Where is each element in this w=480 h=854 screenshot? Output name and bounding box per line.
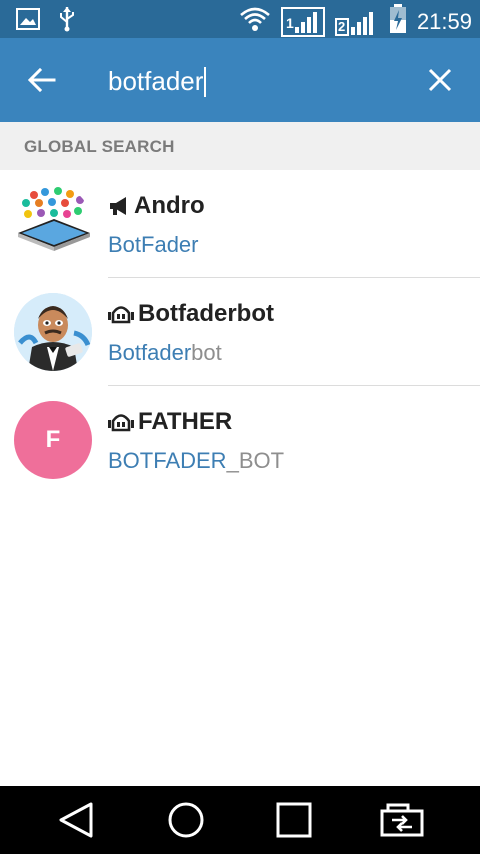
search-app-bar: botfader [0, 38, 480, 122]
username-match: Botfader [108, 340, 192, 365]
clear-search-button[interactable] [420, 62, 460, 98]
bot-icon [108, 414, 134, 432]
search-query-text: botfader [108, 66, 204, 96]
result-username: Botfaderbot [108, 340, 222, 366]
result-username: BOTFADER_BOT [108, 448, 284, 474]
letter-avatar: F [14, 401, 92, 479]
text-cursor [204, 66, 207, 97]
bot-icon [108, 306, 134, 324]
sim2-label: 2 [337, 18, 346, 34]
wifi-icon [239, 6, 271, 37]
result-title: FATHER [108, 408, 232, 436]
section-title: GLOBAL SEARCH [24, 137, 175, 156]
nav-home-button[interactable] [164, 800, 208, 840]
back-button[interactable] [22, 64, 62, 96]
sim2-signal-icon: 2 [334, 7, 379, 37]
result-title: Botfaderbot [108, 300, 274, 328]
close-icon [428, 68, 452, 92]
megaphone-icon [110, 197, 126, 215]
triangle-back-icon [59, 802, 93, 838]
username-match: BotFader [108, 232, 199, 257]
search-input[interactable]: botfader [108, 66, 207, 97]
dual-window-switch-icon [380, 803, 424, 837]
usb-icon [58, 6, 76, 37]
result-name: Andro [134, 192, 205, 219]
nav-switch-sim-button[interactable] [380, 800, 424, 840]
search-result-row[interactable]: F FATHER BOTFADER_BOT [0, 386, 480, 494]
result-name: FATHER [138, 408, 233, 435]
username-match: BOTFADER [108, 448, 227, 473]
arrow-back-icon [28, 68, 56, 92]
username-rest: _BOT [226, 448, 285, 473]
square-recents-icon [276, 802, 312, 838]
avatar-letter: F [45, 426, 61, 453]
result-name: Botfaderbot [138, 300, 274, 327]
nav-recents-button[interactable] [272, 800, 316, 840]
tablet-apps-image [18, 187, 90, 251]
circle-home-icon [168, 802, 204, 838]
butler-robot-image [14, 293, 92, 371]
nav-back-button[interactable] [54, 800, 98, 840]
global-search-header: GLOBAL SEARCH [0, 122, 480, 170]
channel-avatar [14, 185, 92, 263]
bot-avatar [14, 293, 92, 371]
search-result-row[interactable]: Botfaderbot Botfaderbot [0, 278, 480, 386]
status-bar: 1 2 21:59 [0, 0, 480, 38]
result-title: Andro [108, 192, 205, 220]
gallery-notification-icon [16, 8, 40, 35]
system-navigation-bar [0, 786, 480, 854]
search-result-row[interactable]: Andro BotFader [0, 170, 480, 278]
result-username: BotFader [108, 232, 199, 258]
sim1-label: 1 [285, 14, 294, 31]
status-time: 21:59 [416, 8, 472, 34]
username-rest: bot [191, 340, 222, 365]
sim1-signal-icon: 1 [280, 6, 325, 37]
battery-charging-icon [389, 4, 407, 39]
